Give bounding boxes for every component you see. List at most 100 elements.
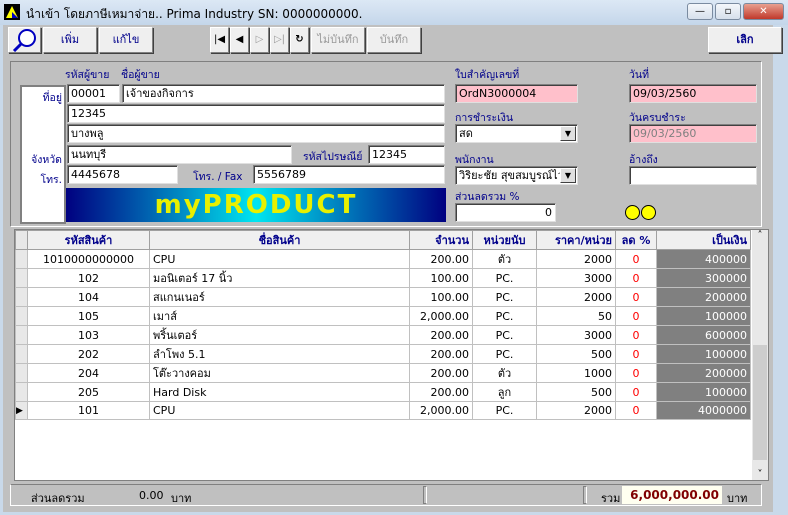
chevron-down-icon[interactable]: ▼ xyxy=(560,126,576,141)
cell-quantity[interactable]: 200.00 xyxy=(409,325,473,345)
col-amount[interactable]: เป็นเงิน xyxy=(656,230,751,250)
cell-discount[interactable]: 0 xyxy=(615,249,657,269)
cell-unit-price[interactable]: 3000 xyxy=(536,268,616,288)
save-button[interactable]: บันทึก xyxy=(367,27,421,53)
due-date-input[interactable]: 09/03/2560 xyxy=(629,124,757,143)
row-selector[interactable] xyxy=(15,382,28,402)
cell-quantity[interactable]: 200.00 xyxy=(409,249,473,269)
edit-button[interactable]: แก้ไข xyxy=(99,27,153,53)
close-button[interactable]: ✕ xyxy=(743,3,784,20)
vertical-scrollbar[interactable]: ˄ ˅ xyxy=(752,230,768,480)
col-quantity[interactable]: จำนวน xyxy=(409,230,473,250)
minimize-button[interactable]: — xyxy=(687,3,713,20)
cell-product-code[interactable]: 202 xyxy=(27,344,150,364)
cell-amount[interactable]: 100000 xyxy=(656,306,751,326)
row-selector[interactable] xyxy=(15,249,28,269)
next-record-button[interactable]: ▷ xyxy=(250,27,269,53)
col-discount[interactable]: ลด % xyxy=(615,230,657,250)
cell-unit[interactable]: PC. xyxy=(472,344,537,364)
scroll-up-icon[interactable]: ˄ xyxy=(752,230,768,241)
table-row[interactable]: 202 ลำโพง 5.1 200.00 PC. 500 0 100000 xyxy=(15,344,751,364)
cell-unit-price[interactable]: 2000 xyxy=(536,401,616,420)
cell-product-name[interactable]: สแกนเนอร์ xyxy=(149,287,410,307)
cell-unit-price[interactable]: 500 xyxy=(536,382,616,402)
cell-discount[interactable]: 0 xyxy=(615,401,657,420)
col-unit-price[interactable]: ราคา/หน่วย xyxy=(536,230,616,250)
cell-product-code[interactable]: 1010000000000 xyxy=(27,249,150,269)
cell-unit[interactable]: ตัว xyxy=(472,363,537,383)
cell-product-name[interactable]: เมาส์ xyxy=(149,306,410,326)
cell-discount[interactable]: 0 xyxy=(615,382,657,402)
row-selector[interactable] xyxy=(15,363,28,383)
cell-quantity[interactable]: 2,000.00 xyxy=(409,306,473,326)
cell-quantity[interactable]: 200.00 xyxy=(409,382,473,402)
cell-amount[interactable]: 100000 xyxy=(656,382,751,402)
first-record-button[interactable]: |◀ xyxy=(210,27,229,53)
cell-unit-price[interactable]: 2000 xyxy=(536,287,616,307)
cell-unit-price[interactable]: 3000 xyxy=(536,325,616,345)
row-selector[interactable]: ▶ xyxy=(15,401,28,420)
table-row[interactable]: 105 เมาส์ 2,000.00 PC. 50 0 100000 xyxy=(15,306,751,326)
cell-unit[interactable]: PC. xyxy=(472,401,537,420)
table-row[interactable]: 204 โต๊ะวางคอม 200.00 ตัว 1000 0 200000 xyxy=(15,363,751,383)
cell-product-name[interactable]: CPU xyxy=(149,249,410,269)
cell-amount[interactable]: 300000 xyxy=(656,268,751,288)
row-selector[interactable] xyxy=(15,268,28,288)
cell-amount[interactable]: 4000000 xyxy=(656,401,751,420)
address2-input[interactable]: บางพลู xyxy=(67,124,445,143)
phone-input[interactable]: 4445678 xyxy=(67,165,178,184)
chevron-down-icon[interactable]: ▼ xyxy=(560,168,576,183)
table-row[interactable]: 1010000000000 CPU 200.00 ตัว 2000 0 400000 xyxy=(15,249,751,269)
cell-product-name[interactable]: โต๊ะวางคอม xyxy=(149,363,410,383)
cell-unit[interactable]: PC. xyxy=(472,268,537,288)
doc-no-input[interactable]: OrdN3000004 xyxy=(455,84,578,103)
cell-product-code[interactable]: 103 xyxy=(27,325,150,345)
col-unit[interactable]: หน่วยนับ xyxy=(472,230,537,250)
cell-product-code[interactable]: 204 xyxy=(27,363,150,383)
table-row[interactable]: ▶ 101 CPU 2,000.00 PC. 2000 0 4000000 xyxy=(15,401,751,420)
row-selector[interactable] xyxy=(15,287,28,307)
scroll-thumb[interactable] xyxy=(753,345,767,460)
cell-amount[interactable]: 100000 xyxy=(656,344,751,364)
cell-product-name[interactable]: ลำโพง 5.1 xyxy=(149,344,410,364)
cell-amount[interactable]: 200000 xyxy=(656,287,751,307)
cell-unit[interactable]: ลูก xyxy=(472,382,537,402)
maximize-button[interactable]: ▫ xyxy=(715,3,741,20)
cell-discount[interactable]: 0 xyxy=(615,344,657,364)
col-product-code[interactable]: รหัสสินค้า xyxy=(27,230,150,250)
date-input[interactable]: 09/03/2560 xyxy=(629,84,757,103)
prev-record-button[interactable]: ◀ xyxy=(230,27,249,53)
employee-select[interactable]: วิริยะชัย สุขสมบูรณ์ไว ▼ xyxy=(455,166,578,185)
cell-unit-price[interactable]: 500 xyxy=(536,344,616,364)
cell-quantity[interactable]: 200.00 xyxy=(409,344,473,364)
last-record-button[interactable]: ▷| xyxy=(270,27,289,53)
col-product-name[interactable]: ชื่อสินค้า xyxy=(149,230,410,250)
cell-product-code[interactable]: 102 xyxy=(27,268,150,288)
cell-discount[interactable]: 0 xyxy=(615,268,657,288)
postal-input[interactable]: 12345 xyxy=(368,145,445,164)
cell-product-code[interactable]: 105 xyxy=(27,306,150,326)
table-row[interactable]: 104 สแกนเนอร์ 100.00 PC. 2000 0 200000 xyxy=(15,287,751,307)
cell-unit[interactable]: ตัว xyxy=(472,249,537,269)
exit-button[interactable]: เลิก xyxy=(708,27,782,53)
table-row[interactable]: 103 พริ้นเตอร์ 200.00 PC. 3000 0 600000 xyxy=(15,325,751,345)
discount-input[interactable]: 0 xyxy=(455,203,556,222)
cell-unit[interactable]: PC. xyxy=(472,287,537,307)
cell-product-name[interactable]: มอนิเตอร์ 17 นิ้ว xyxy=(149,268,410,288)
cell-unit[interactable]: PC. xyxy=(472,306,537,326)
seller-code-input[interactable]: 00001 xyxy=(67,84,120,103)
cell-unit-price[interactable]: 1000 xyxy=(536,363,616,383)
cell-discount[interactable]: 0 xyxy=(615,325,657,345)
payment-select[interactable]: สด ▼ xyxy=(455,124,578,143)
address1-input[interactable]: 12345 xyxy=(67,104,445,123)
cell-product-code[interactable]: 104 xyxy=(27,287,150,307)
cell-product-name[interactable]: CPU xyxy=(149,401,410,420)
cell-amount[interactable]: 600000 xyxy=(656,325,751,345)
province-input[interactable]: นนทบุรี xyxy=(67,145,292,164)
cell-amount[interactable]: 200000 xyxy=(656,363,751,383)
cell-product-code[interactable]: 205 xyxy=(27,382,150,402)
cell-quantity[interactable]: 200.00 xyxy=(409,363,473,383)
cell-unit[interactable]: PC. xyxy=(472,325,537,345)
table-row[interactable]: 102 มอนิเตอร์ 17 นิ้ว 100.00 PC. 3000 0 300000 xyxy=(15,268,751,288)
cell-discount[interactable]: 0 xyxy=(615,306,657,326)
